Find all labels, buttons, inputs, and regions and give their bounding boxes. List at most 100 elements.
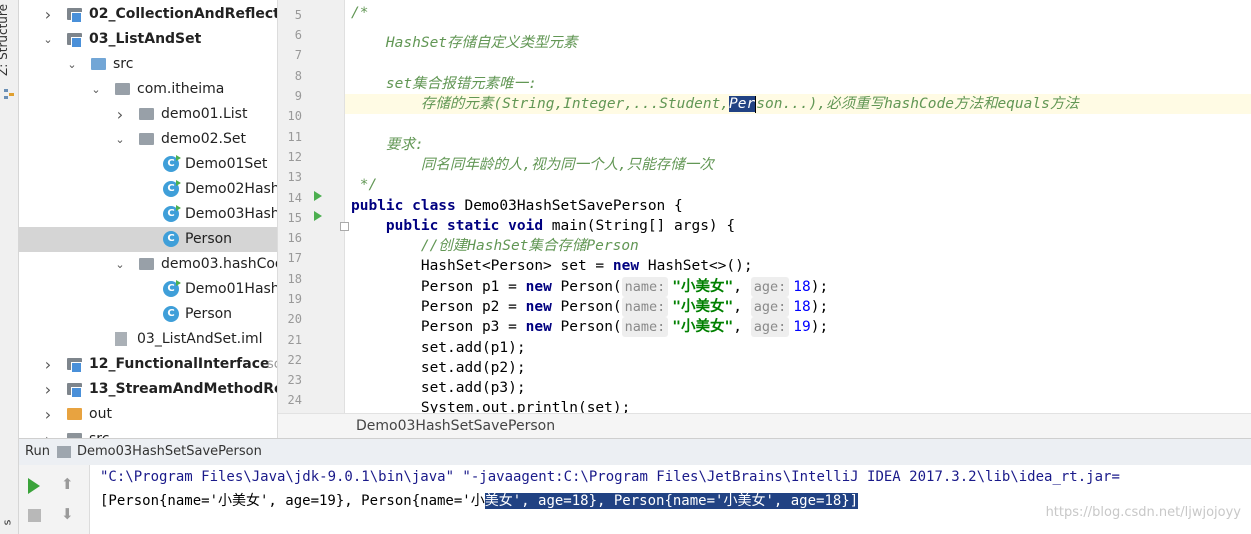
code-line-18: Person p1 = new Person(name: "小美女", age: 1… bbox=[351, 277, 829, 297]
chevron-right-icon[interactable]: › bbox=[41, 427, 55, 438]
chevron-right-icon[interactable]: › bbox=[41, 2, 55, 27]
chevron-down-icon[interactable]: ⌄ bbox=[41, 27, 55, 52]
tree-item-label: Person bbox=[185, 231, 233, 247]
fold-marker-icon[interactable] bbox=[340, 222, 349, 231]
tree-item[interactable]: CDemo02HashSet bbox=[19, 177, 277, 202]
line-number: 7 bbox=[294, 48, 302, 62]
line-number: 5 bbox=[294, 8, 302, 22]
tree-item[interactable]: › 12_FunctionalInterfacesc bbox=[19, 352, 277, 377]
stop-icon[interactable] bbox=[28, 509, 41, 522]
java-class-icon: C bbox=[163, 231, 179, 247]
code-area[interactable]: /* HashSet存储自定义类型元素 set集合报错元素唯一: 存储的元素(S… bbox=[345, 0, 1251, 413]
line-number: 11 bbox=[287, 130, 302, 144]
line-number: 17 bbox=[287, 251, 302, 265]
run-config-icon bbox=[57, 446, 71, 458]
tree-item[interactable]: › demo01.List bbox=[19, 102, 277, 127]
tree-item-label: 12_FunctionalInterface bbox=[89, 356, 270, 372]
chevron-right-icon[interactable]: › bbox=[113, 102, 127, 127]
structure-tab[interactable]: Z: Structure bbox=[0, 0, 18, 86]
tree-item-label: Demo01Set bbox=[185, 156, 268, 172]
tree-item-label: 03_ListAndSet bbox=[89, 31, 202, 47]
chevron-down-icon[interactable]: ⌄ bbox=[113, 127, 127, 152]
rerun-icon[interactable] bbox=[28, 478, 40, 494]
java-class-icon: C bbox=[163, 306, 179, 322]
console-toolbar: ⬆ ⬇ bbox=[19, 465, 90, 534]
folder-icon bbox=[139, 258, 154, 270]
line-number: 10 bbox=[287, 109, 302, 123]
breadcrumb[interactable]: Demo03HashSetSavePerson bbox=[278, 413, 1251, 439]
tree-item[interactable]: C Person bbox=[19, 302, 277, 327]
tree-item-label: src bbox=[89, 427, 109, 438]
tree-item[interactable]: ⌄ 03_ListAndSet bbox=[19, 27, 277, 52]
tree-item[interactable]: › src bbox=[19, 427, 277, 438]
folder-icon bbox=[115, 83, 130, 95]
structure-icon[interactable] bbox=[3, 88, 15, 100]
module-icon bbox=[67, 358, 82, 373]
line-number: 21 bbox=[287, 333, 302, 347]
parameter-hint: age: bbox=[750, 317, 790, 337]
chevron-right-icon[interactable]: › bbox=[41, 377, 55, 402]
tree-item-label: 13_StreamAndMethodRef bbox=[89, 381, 278, 397]
run-console[interactable]: ⬆ ⬇ "C:\Program Files\Java\jdk-9.0.1\bin… bbox=[19, 465, 1251, 534]
chevron-down-icon[interactable]: ⌄ bbox=[65, 52, 79, 77]
tree-item[interactable]: › 02_CollectionAndReflect bbox=[19, 2, 277, 27]
java-class-icon: C bbox=[163, 205, 181, 222]
run-config-tab[interactable]: Demo03HashSetSavePerson bbox=[77, 444, 262, 459]
tree-item[interactable]: 03_ListAndSet.iml bbox=[19, 327, 277, 352]
arrow-up-icon[interactable]: ⬆ bbox=[61, 475, 74, 493]
tree-item[interactable]: › 13_StreamAndMethodRef bbox=[19, 377, 277, 402]
java-class-icon: C bbox=[163, 180, 181, 197]
code-line-14: public class Demo03HashSetSavePerson { bbox=[351, 198, 683, 214]
parameter-hint: name: bbox=[621, 317, 669, 337]
left-tool-strip: Z: Structure s bbox=[0, 0, 19, 534]
code-line-5: /* bbox=[351, 5, 369, 21]
tree-item-label: Demo03HashSetSavePerson bbox=[185, 206, 277, 222]
run-gutter-icon[interactable] bbox=[314, 211, 322, 221]
java-class-icon: C bbox=[163, 155, 181, 172]
code-line-9: 存储的元素(String,Integer,...Student,Person..… bbox=[345, 94, 1251, 114]
line-number: 19 bbox=[287, 292, 302, 306]
chevron-right-icon[interactable]: › bbox=[41, 352, 55, 377]
chevron-down-icon[interactable]: ⌄ bbox=[89, 77, 103, 102]
code-editor[interactable]: 5 6 7 8 9 10 11 12 13 14 15 16 17 18 19 20 21 22 23 24 /* H… bbox=[278, 0, 1251, 413]
structure-tab-label: Z: Structure bbox=[0, 4, 10, 76]
arrow-down-icon[interactable]: ⬇ bbox=[61, 505, 74, 523]
project-tree: › 02_CollectionAndReflect ⌄ 03_ListAndSet ⌄ s… bbox=[19, 0, 278, 438]
tree-item-label: Demo01HashCode bbox=[185, 281, 278, 297]
code-line-23: set.add(p3); bbox=[351, 380, 526, 396]
run-gutter-icon[interactable] bbox=[314, 191, 322, 201]
code-line-17: HashSet<Person> set = new HashSet<>(); bbox=[351, 258, 753, 274]
console-command-line: "C:\Program Files\Java\jdk-9.0.1\bin\jav… bbox=[100, 469, 1120, 485]
tree-item[interactable]: ⌄ demo02.Set bbox=[19, 127, 277, 152]
line-number: 23 bbox=[287, 373, 302, 387]
console-selection: 美女', age=18}, Person{name='小美女', age=18}… bbox=[484, 493, 859, 509]
code-line-6: HashSet存储自定义类型元素 bbox=[351, 35, 578, 51]
tree-item-label: Demo02HashSet bbox=[185, 181, 277, 197]
tree-item-label: out bbox=[89, 406, 112, 422]
line-number: 6 bbox=[294, 28, 302, 42]
chevron-right-icon[interactable]: › bbox=[41, 402, 55, 427]
line-number: 15 bbox=[287, 211, 302, 225]
tree-item-label: 03_ListAndSet.iml bbox=[137, 331, 263, 347]
line-number: 8 bbox=[294, 69, 302, 83]
breadcrumb-item[interactable]: Demo03HashSetSavePerson bbox=[356, 418, 555, 434]
folder-icon bbox=[139, 108, 154, 120]
line-number: 20 bbox=[287, 312, 302, 326]
editor-gutter: 5 6 7 8 9 10 11 12 13 14 15 16 17 18 19 20 21 22 23 24 bbox=[278, 0, 349, 413]
run-tab-label[interactable]: Run bbox=[25, 444, 50, 459]
code-line-21: set.add(p1); bbox=[351, 340, 526, 356]
tree-item[interactable]: CDemo01HashCode bbox=[19, 277, 277, 302]
folder-icon bbox=[91, 58, 106, 70]
side-strip-letter: s bbox=[0, 519, 14, 526]
tree-item[interactable]: CDemo03HashSetSavePerson bbox=[19, 202, 277, 227]
code-line-13: */ bbox=[351, 177, 378, 193]
tree-item[interactable]: ⌄ src bbox=[19, 52, 277, 77]
code-line-22: set.add(p2); bbox=[351, 360, 526, 376]
chevron-down-icon[interactable]: ⌄ bbox=[113, 252, 127, 277]
tree-item[interactable]: ⌄ com.itheima bbox=[19, 77, 277, 102]
tree-item[interactable]: C Person bbox=[19, 227, 277, 252]
tree-item[interactable]: ⌄ demo03.hashCode bbox=[19, 252, 277, 277]
tree-item[interactable]: › out bbox=[19, 402, 277, 427]
tree-item[interactable]: C Demo01Set bbox=[19, 152, 277, 177]
